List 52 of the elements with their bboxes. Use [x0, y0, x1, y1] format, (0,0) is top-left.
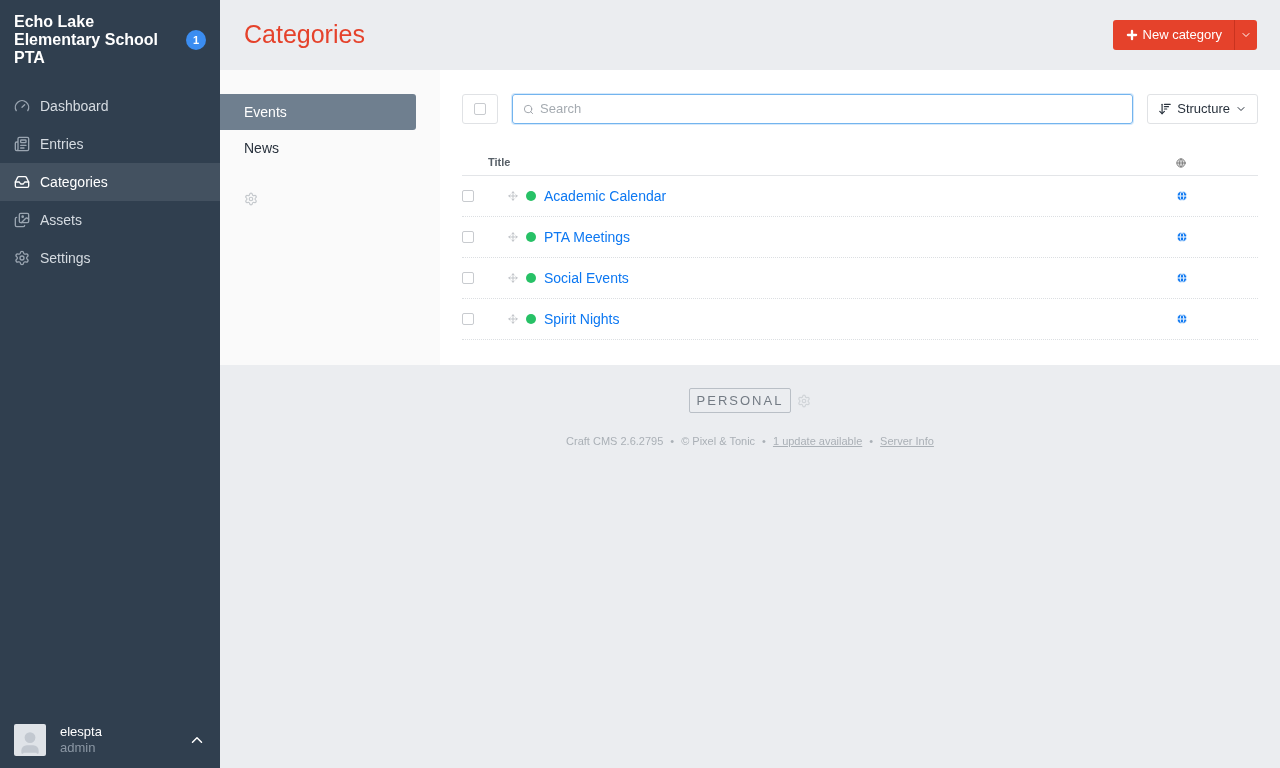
globe-icon[interactable] [1176, 313, 1188, 325]
globe-icon[interactable] [1176, 190, 1188, 202]
category-link[interactable]: PTA Meetings [544, 226, 631, 248]
nav-icon [14, 98, 30, 114]
globe-icon[interactable] [1176, 231, 1188, 243]
nav-item[interactable]: Settings [0, 239, 220, 277]
search-field[interactable]: Search [512, 94, 1134, 124]
separator: • [670, 434, 675, 449]
group-item[interactable]: Events [220, 94, 416, 130]
category-link[interactable]: Social Events [544, 267, 629, 289]
structure-sort-button[interactable]: Structure [1147, 94, 1258, 124]
user-name: elespta [60, 724, 102, 740]
row-checkbox[interactable] [462, 272, 474, 284]
drag-handle-icon[interactable] [508, 314, 518, 324]
search-input[interactable]: Search [540, 99, 1123, 119]
category-link[interactable]: Spirit Nights [544, 308, 620, 330]
nav-item[interactable]: Categories [0, 163, 220, 201]
sort-icon [1158, 102, 1173, 116]
separator: • [869, 434, 874, 449]
copyright-text: © Pixel & Tonic [681, 434, 756, 449]
drag-handle-icon[interactable] [508, 232, 518, 242]
site-name: Echo Lake Elementary School PTA [14, 13, 160, 67]
row-checkbox[interactable] [462, 313, 474, 325]
version-text: Craft CMS 2.6.2795 [566, 434, 664, 449]
update-badge[interactable]: 1 [186, 30, 206, 50]
nav-item[interactable]: Entries [0, 125, 220, 163]
group-item[interactable]: News [220, 130, 416, 166]
nav-item[interactable]: Assets [0, 201, 220, 239]
globe-icon[interactable] [1176, 272, 1188, 284]
row-checkbox[interactable] [462, 190, 474, 202]
nav-icon [14, 136, 30, 152]
settings-icon[interactable] [797, 393, 812, 408]
nav-icon [14, 212, 30, 228]
plus-icon [1124, 28, 1139, 42]
drag-handle-icon[interactable] [508, 273, 518, 283]
edition-badge: PERSONAL [688, 388, 792, 413]
nav-icon [14, 174, 30, 190]
user-role: admin [60, 740, 97, 756]
nav-icon [14, 250, 30, 266]
settings-icon[interactable] [244, 192, 258, 206]
select-all-checkbox[interactable] [462, 94, 498, 124]
globe-icon [1176, 157, 1186, 168]
separator: • [762, 434, 766, 449]
nav-item[interactable]: Dashboard [0, 87, 220, 125]
search-icon [523, 103, 534, 115]
category-link[interactable]: Academic Calendar [544, 185, 667, 207]
drag-handle-icon[interactable] [508, 191, 518, 201]
column-header: Title [488, 155, 511, 171]
row-checkbox[interactable] [462, 231, 474, 243]
new-category-button[interactable]: New category [1112, 20, 1257, 50]
avatar-placeholder [14, 724, 46, 756]
page-title: Categories [244, 19, 365, 51]
